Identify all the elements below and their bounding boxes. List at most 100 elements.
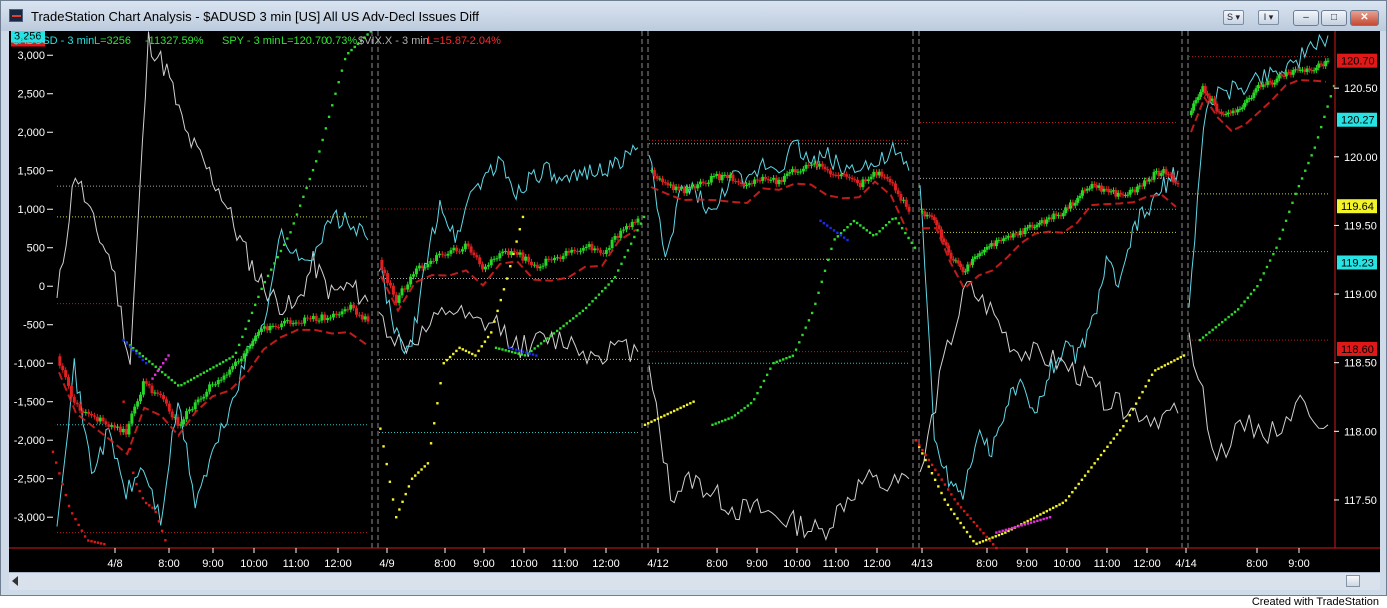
minimize-button[interactable]: – — [1293, 10, 1319, 26]
indicator-dot — [1103, 449, 1106, 453]
spy-bar-body — [956, 260, 960, 264]
spy-bar-body — [1033, 227, 1037, 229]
indicator-dot — [141, 497, 145, 500]
indicator-dot — [1141, 390, 1144, 394]
spy-bar-body — [219, 379, 223, 381]
close-button[interactable]: ✕ — [1350, 10, 1379, 26]
indicator-dot — [212, 366, 215, 369]
indicator-dot — [467, 351, 471, 354]
indicator-dot — [337, 80, 340, 84]
indicator-dot — [1029, 521, 1033, 524]
indicator-dot — [933, 478, 937, 482]
indicator-dot — [144, 357, 148, 360]
indicator-dot — [517, 352, 520, 355]
spy-bar-body — [720, 175, 724, 181]
indicator-dot — [273, 262, 276, 265]
spy-bar-body — [633, 221, 637, 223]
left-tick-label: 500 — [27, 243, 45, 255]
indicator-dot — [653, 418, 656, 422]
indicator-dot — [410, 477, 414, 480]
indicator-dot — [1026, 519, 1029, 523]
indicator-dot — [164, 539, 167, 542]
spy-bar-body — [717, 174, 721, 181]
spy-bar-body — [564, 250, 568, 256]
indicator-dot — [956, 502, 960, 505]
indicator-dot — [205, 369, 209, 373]
indicator-dot — [921, 452, 924, 455]
indicator-dot — [692, 400, 695, 403]
left-tick-label: -1,500 — [14, 397, 45, 409]
indicator-dot — [530, 349, 533, 353]
spy-bar-body — [1109, 191, 1113, 193]
indicator-dot — [1163, 364, 1167, 367]
indicator-dot — [940, 491, 943, 495]
indicator-dot — [1246, 296, 1249, 299]
scroll-thumb[interactable] — [1346, 575, 1360, 587]
indicator-dot — [1007, 527, 1011, 531]
indicator-dot — [452, 352, 455, 356]
indicator-dot — [1014, 525, 1017, 529]
spy-bar-body — [391, 285, 395, 295]
spy-bar-body — [139, 394, 143, 402]
x-tick-label: 8:00 — [158, 558, 179, 570]
indicator-dot — [639, 222, 642, 225]
spy-bar-body — [1252, 92, 1256, 98]
symbol-menu-button[interactable]: S ▾ — [1223, 10, 1244, 25]
spy-bar-body — [326, 317, 330, 321]
chart-area[interactable]: 3,000 2,500 2,000 1,500 1,000 500 0 -500 -1,000 -… — [9, 27, 1380, 572]
spy-bar-body — [205, 391, 209, 397]
indicator-dot — [395, 516, 398, 519]
scroll-left-arrow-icon[interactable] — [12, 576, 18, 586]
spy-bar-body — [701, 181, 705, 184]
left-tick-label: -1,000 — [14, 358, 45, 370]
indicator-dot — [1304, 169, 1307, 172]
indicator-dot — [946, 503, 950, 507]
spy-bar-body — [877, 171, 881, 176]
spy-bar-body — [518, 252, 522, 255]
indicator-dot — [855, 221, 859, 225]
indicator-dot — [998, 530, 1001, 533]
indicator-dot — [1083, 474, 1087, 477]
spy-bar-body — [95, 416, 99, 422]
spy-bar-body — [947, 245, 951, 253]
spy-bar-body — [432, 260, 436, 262]
spy-bar-body — [236, 361, 240, 363]
indicator-dot — [148, 360, 151, 363]
spy-bar-body — [731, 174, 735, 182]
spy-bar-body — [763, 176, 767, 179]
horizontal-scrollbar[interactable] — [9, 572, 1380, 590]
indicator-dot — [613, 275, 617, 279]
indicator-dot — [769, 367, 772, 370]
indicator-dot — [1087, 470, 1090, 473]
indicator-dot — [943, 498, 946, 501]
spy-bar-body — [469, 246, 473, 253]
indicator-dot — [514, 351, 517, 355]
indicator-dot — [846, 238, 849, 242]
price-chart[interactable]: 3,000 2,500 2,000 1,500 1,000 500 0 -500 -1,000 -… — [9, 27, 1380, 572]
indicator-dot — [829, 226, 832, 230]
spy-bar-body — [489, 259, 493, 266]
spy-bar-body — [329, 317, 333, 319]
indicator-dot — [578, 312, 581, 315]
indicator-dot — [1010, 526, 1014, 530]
indicator-dot — [791, 354, 795, 357]
spy-bar-body — [1126, 194, 1130, 196]
spy-bar-body — [337, 314, 341, 316]
spy-bar-body — [1092, 183, 1096, 185]
spy-bar-body — [294, 322, 298, 324]
x-tick-label: 9:00 — [1288, 558, 1309, 570]
indicator-dot — [260, 287, 263, 291]
spy-bar-body — [896, 190, 900, 195]
spy-bar-body — [234, 361, 238, 367]
spy-bar-body — [440, 253, 444, 255]
spy-bar-body — [858, 183, 862, 188]
title-bar[interactable]: TradeStation Chart Analysis - $ADUSD 3 m… — [1, 1, 1386, 31]
interval-menu-button[interactable]: I ▾ — [1258, 10, 1279, 25]
indicator-dot — [985, 535, 988, 539]
indicator-dot — [302, 195, 305, 198]
maximize-button[interactable]: □ — [1321, 10, 1347, 26]
indicator-dot — [289, 231, 292, 234]
indicator-dot — [785, 357, 788, 360]
indicator-dot — [241, 335, 244, 339]
spy-bar-body — [601, 252, 605, 254]
